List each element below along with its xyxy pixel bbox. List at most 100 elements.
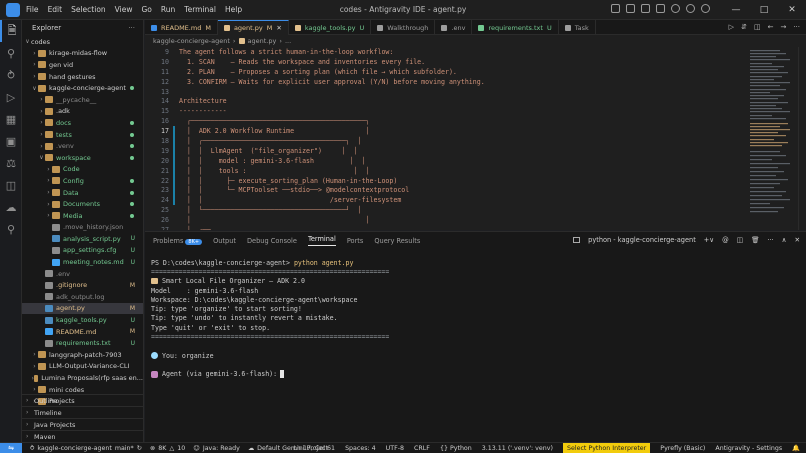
panel-tab-ports[interactable]: Ports — [347, 237, 364, 245]
code-line[interactable]: 16 ┌────────────────────────────────────… — [145, 116, 746, 126]
explorer-icon[interactable]: 🗎 — [0, 20, 22, 42]
more-actions-icon[interactable]: ··· — [793, 23, 800, 31]
section-timeline[interactable]: › Timeline — [22, 406, 143, 418]
tree-file[interactable]: meeting_notes.md U — [22, 256, 143, 268]
code-line[interactable]: 23 │ │ └─ MCPToolset ──stdio──> @modelco… — [145, 185, 746, 196]
close-tab-icon[interactable]: ✕ — [276, 24, 281, 32]
code-line[interactable]: 25 │ └──────────────────────────────────… — [145, 205, 746, 215]
toggle-panel-icon[interactable] — [626, 4, 635, 13]
language-mode[interactable]: {} Python — [440, 445, 472, 452]
maximize-button[interactable]: □ — [750, 0, 778, 20]
code-line[interactable]: 20 │ │ model : gemini-3.6-flash │ │ — [145, 155, 746, 166]
menu-item-run[interactable]: Run — [161, 5, 175, 14]
editor-tab[interactable]: .env — [435, 20, 473, 35]
section-outline[interactable]: › Outline — [22, 394, 143, 406]
editor-scrollbar[interactable] — [798, 47, 806, 230]
close-panel-icon[interactable]: ✕ — [794, 236, 800, 244]
panel-tab-debug-console[interactable]: Debug Console — [247, 237, 297, 245]
tree-folder[interactable]: › Documents — [22, 198, 143, 210]
close-window-button[interactable]: ✕ — [778, 0, 806, 20]
cloud-icon[interactable]: ☁ — [0, 196, 22, 218]
search-icon[interactable] — [671, 4, 680, 13]
gear-icon[interactable] — [686, 4, 695, 13]
remote-indicator-icon[interactable]: ⇋ — [0, 442, 22, 453]
terminal-name[interactable]: python - kaggle-concierge-agent — [588, 236, 696, 244]
tree-folder[interactable]: › Lumina Proposals(rfp saas en... — [22, 372, 143, 384]
line-ending[interactable]: CRLF — [414, 445, 430, 452]
section-java-projects[interactable]: › Java Projects — [22, 418, 143, 430]
tree-file[interactable]: .env — [22, 268, 143, 280]
run-debug-icon[interactable]: ▷ — [0, 86, 22, 108]
extensions-icon[interactable]: ▦ — [0, 108, 22, 130]
tree-file[interactable]: .move_history.json — [22, 222, 143, 234]
code-line[interactable]: 18 │ ┌──────────────────────────────────… — [145, 136, 746, 146]
more-actions-icon[interactable]: ··· — [767, 236, 773, 244]
select-interpreter-button[interactable]: Select Python Interpreter — [562, 443, 651, 453]
workspace-root[interactable]: ∨ codes — [22, 36, 143, 48]
tree-file[interactable]: app_settings.cfg U — [22, 245, 143, 257]
search-view-icon[interactable]: ⚲ — [0, 42, 22, 64]
tree-folder[interactable]: › gen vid — [22, 59, 143, 71]
new-terminal-icon[interactable]: +∨ — [704, 236, 714, 244]
containers-icon[interactable]: ◫ — [0, 174, 22, 196]
tree-folder[interactable]: › .venv — [22, 140, 143, 152]
indentation[interactable]: Spaces: 4 — [345, 445, 376, 452]
code-editor[interactable]: 9 The agent follows a strict human-in-the… — [145, 47, 746, 230]
toggle-sidebar-icon[interactable] — [611, 4, 620, 13]
source-control-icon[interactable]: ⥁ — [0, 64, 22, 86]
chevron-up-icon[interactable]: ∧ — [782, 236, 787, 244]
java-status[interactable]: ☺ Java: Ready — [193, 445, 240, 452]
tree-folder[interactable]: › kirage-midas-flow — [22, 48, 143, 60]
more-actions-icon[interactable]: ··· — [128, 24, 135, 32]
tree-file[interactable]: .gitignore M — [22, 279, 143, 291]
cursor-position[interactable]: Ln 17, Col 61 — [294, 445, 336, 452]
editor-tab[interactable]: agent.py M ✕ — [217, 20, 289, 35]
copilot-icon[interactable]: @ — [722, 236, 729, 244]
menu-item-edit[interactable]: Edit — [48, 5, 63, 14]
trash-icon[interactable]: 🗑 — [751, 236, 759, 244]
forward-icon[interactable]: → — [780, 23, 786, 31]
notifications-icon[interactable]: 🔔 — [792, 444, 800, 452]
tree-file[interactable]: analysis_script.py U — [22, 233, 143, 245]
panel-tab-terminal[interactable]: Terminal — [307, 235, 336, 246]
split-editor-icon[interactable]: ◫ — [754, 23, 761, 31]
open-changes-icon[interactable]: ⇵ — [741, 23, 747, 31]
customize-layout-icon[interactable] — [656, 4, 665, 13]
tree-file[interactable]: kaggle_tools.py U — [22, 314, 143, 326]
tree-folder[interactable]: › langgraph-patch-7903 — [22, 349, 143, 361]
testing-icon[interactable]: ⚖ — [0, 152, 22, 174]
code-line[interactable]: 27 │ ┌── — [145, 225, 746, 230]
tree-folder[interactable]: › __pycache__ — [22, 94, 143, 106]
back-icon[interactable]: ← — [768, 23, 774, 31]
code-line[interactable]: 26 │ │ — [145, 215, 746, 225]
breadcrumb-item[interactable]: ... — [285, 37, 291, 45]
run-file-icon[interactable]: ▷ — [729, 23, 734, 31]
menu-item-file[interactable]: File — [26, 5, 39, 14]
tree-folder[interactable]: › Media — [22, 210, 143, 222]
split-terminal-icon[interactable]: ◫ — [737, 236, 743, 244]
branch-indicator[interactable]: ⥁ kaggle-concierge-agent main* ↻ — [30, 445, 142, 452]
panel-tab-problems[interactable]: Problems 8K+ — [153, 237, 203, 245]
breadcrumb-item[interactable]: agent.py — [248, 37, 277, 45]
account-icon[interactable] — [701, 4, 710, 13]
breadcrumb-item[interactable]: kaggle-concierge-agent — [153, 37, 230, 45]
tree-file[interactable]: requirements.txt U — [22, 337, 143, 349]
tree-folder[interactable]: › Code — [22, 164, 143, 176]
menu-item-selection[interactable]: Selection — [71, 5, 106, 14]
code-line[interactable]: 13 — [145, 87, 746, 97]
code-line[interactable]: 15 ------------ — [145, 106, 746, 116]
section-maven[interactable]: › Maven — [22, 430, 143, 442]
tree-file[interactable]: README.md M — [22, 326, 143, 338]
code-line[interactable]: 11 2. PLAN — Proposes a sorting plan (wh… — [145, 67, 746, 77]
tree-folder[interactable]: ∨ kaggle-concierge-agent — [22, 82, 143, 94]
encoding[interactable]: UTF-8 — [386, 445, 404, 452]
python-interpreter[interactable]: 3.13.11 ('.venv': venv) — [482, 445, 553, 452]
pyrefly-status[interactable]: Pyrefly (Basic) — [660, 445, 705, 452]
toggle-secondary-sidebar-icon[interactable] — [641, 4, 650, 13]
editor-tab[interactable]: README.md M — [145, 20, 218, 35]
editor-tab[interactable]: requirements.txt U — [472, 20, 559, 35]
tree-folder[interactable]: › .adk — [22, 106, 143, 118]
menu-item-view[interactable]: View — [115, 5, 133, 14]
panel-tab-output[interactable]: Output — [213, 237, 236, 245]
menu-item-go[interactable]: Go — [141, 5, 151, 14]
